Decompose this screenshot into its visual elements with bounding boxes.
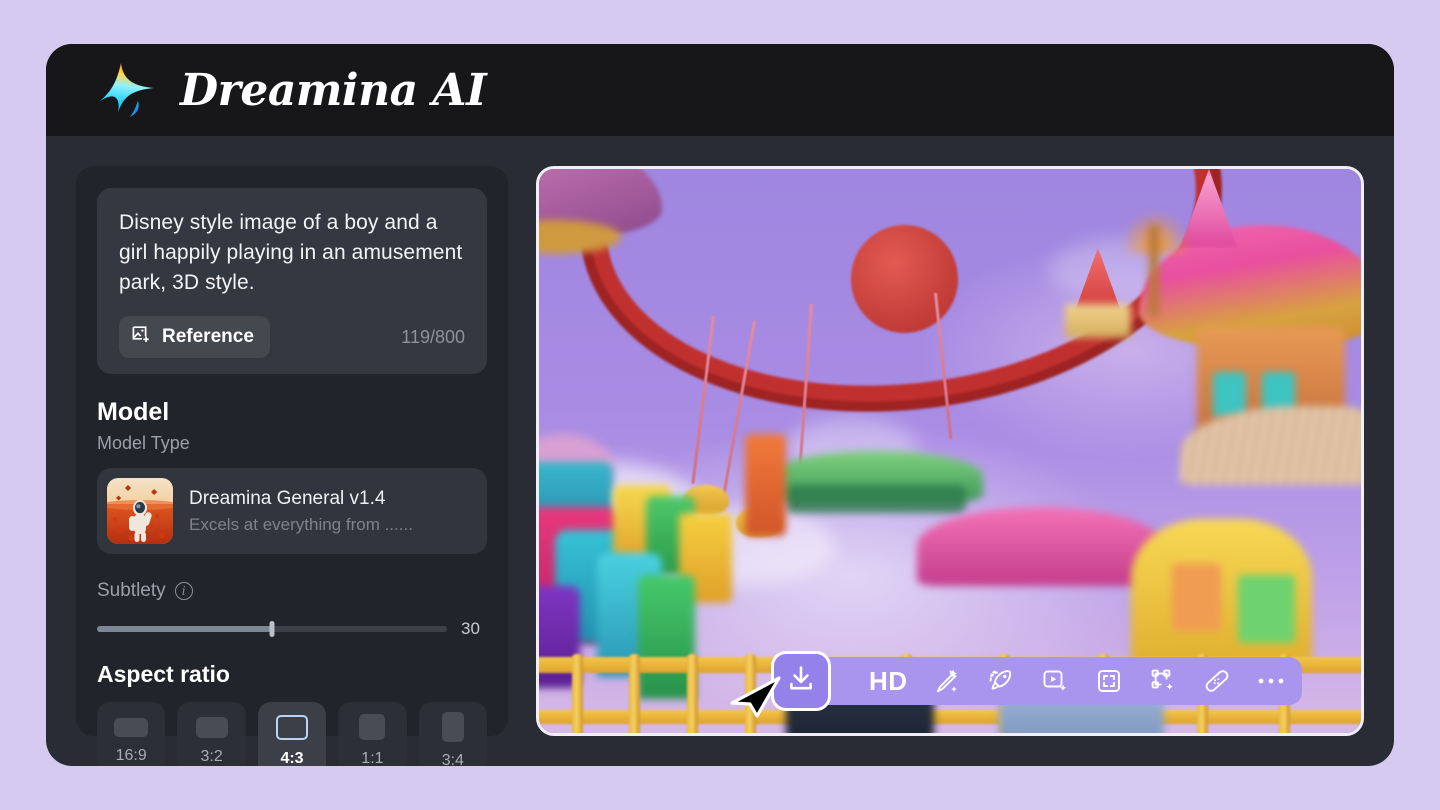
magic-wand-icon[interactable] xyxy=(932,666,962,696)
model-description: Excels at everything from ...... xyxy=(189,514,413,534)
subtlety-slider[interactable] xyxy=(97,621,447,638)
aspect-ratio-label: 4:3 xyxy=(280,749,304,766)
app-window: Dreamina AI Disney style image of a boy … xyxy=(46,44,1394,766)
aspect-ratio-label: 16:9 xyxy=(115,746,147,764)
prompt-input[interactable]: Disney style image of a boy and a girl h… xyxy=(119,208,465,298)
subtlety-slider-row: 30 xyxy=(97,619,487,639)
tent-panel xyxy=(1237,575,1296,643)
video-generate-icon[interactable] xyxy=(1040,666,1070,696)
model-section-subtitle: Model Type xyxy=(97,433,190,454)
subtlety-row: Subtlety i xyxy=(97,580,487,602)
aspect-ratio-option-16-9[interactable]: 16:9 xyxy=(97,702,166,766)
expand-frame-icon[interactable] xyxy=(1094,666,1124,696)
image-actions-toolbar[interactable]: HD xyxy=(803,657,1302,705)
model-section-title: Model xyxy=(97,398,170,427)
inpaint-bandage-icon[interactable] xyxy=(1202,666,1232,696)
aspect-ratio-title: Aspect ratio xyxy=(97,661,230,688)
carousel-hub xyxy=(851,225,959,333)
aspect-ratio-shape-icon xyxy=(114,717,149,737)
castle-top xyxy=(1065,304,1131,339)
prompt-card[interactable]: Disney style image of a boy and a girl h… xyxy=(97,188,487,375)
prompt-footer: Reference 119/800 xyxy=(119,316,465,359)
palm-trunk xyxy=(1148,225,1159,316)
aspect-ratio-label: 3:2 xyxy=(200,747,223,765)
info-icon[interactable]: i xyxy=(174,582,193,601)
model-info: Dreamina General v1.4 Excels at everythi… xyxy=(189,488,413,535)
aspect-ratio-option-4-3[interactable]: 4:3 xyxy=(257,702,327,766)
aspect-ratio-shape-icon xyxy=(195,716,228,738)
aspect-ratio-label: 1:1 xyxy=(361,750,384,766)
reference-label: Reference xyxy=(162,326,254,348)
aspect-ratio-option-3-4[interactable]: 3:4 xyxy=(418,702,488,766)
fence-post xyxy=(629,654,641,733)
fence-bottom-rail xyxy=(539,710,1361,724)
download-icon xyxy=(786,664,816,699)
subtlety-value: 30 xyxy=(461,619,480,639)
slider-thumb[interactable] xyxy=(269,621,275,638)
settings-sidebar: Disney style image of a boy and a girl h… xyxy=(76,166,508,766)
dreamina-star-logo-icon xyxy=(96,59,160,121)
add-image-icon xyxy=(131,324,152,350)
retouch-brush-icon[interactable] xyxy=(986,666,1016,696)
fence-post xyxy=(686,654,698,733)
coaster-support xyxy=(744,434,786,536)
download-button[interactable] xyxy=(771,651,831,711)
aspect-ratio-option-3-2[interactable]: 3:2 xyxy=(177,702,246,766)
coaster-rail xyxy=(785,484,967,514)
aspect-ratio-shape-icon xyxy=(276,714,309,740)
fence-post xyxy=(744,654,756,733)
aspect-ratio-options: 16:9 3:2 4:3 1:1 3:4 xyxy=(97,702,488,766)
aspect-ratio-option-1-1[interactable]: 1:1 xyxy=(338,702,407,766)
image-preview-canvas[interactable]: HD xyxy=(536,166,1364,736)
generated-image xyxy=(539,169,1361,733)
coaster-loop xyxy=(917,507,1164,587)
hd-label[interactable]: HD xyxy=(869,666,908,697)
brand-title: Dreamina AI xyxy=(180,64,487,116)
slider-fill xyxy=(97,626,272,633)
aspect-ratio-label: 3:4 xyxy=(441,752,464,766)
aspect-ratio-shape-icon xyxy=(441,712,464,743)
fence-post xyxy=(571,654,583,733)
model-card[interactable]: Dreamina General v1.4 Excels at everythi… xyxy=(97,468,487,555)
tent-panel xyxy=(1171,563,1222,632)
model-thumbnail xyxy=(107,478,173,545)
char-count: 119/800 xyxy=(401,326,465,347)
model-name: Dreamina General v1.4 xyxy=(189,487,386,509)
app-body: Disney style image of a boy and a girl h… xyxy=(46,136,1394,766)
subtlety-label: Subtlety xyxy=(97,580,166,602)
aspect-ratio-shape-icon xyxy=(359,714,386,741)
more-options-icon[interactable] xyxy=(1256,666,1286,696)
carousel-window xyxy=(1213,372,1246,418)
app-header: Dreamina AI xyxy=(46,44,1394,136)
reference-button[interactable]: Reference xyxy=(119,316,270,359)
transform-handles-icon[interactable] xyxy=(1148,666,1178,696)
